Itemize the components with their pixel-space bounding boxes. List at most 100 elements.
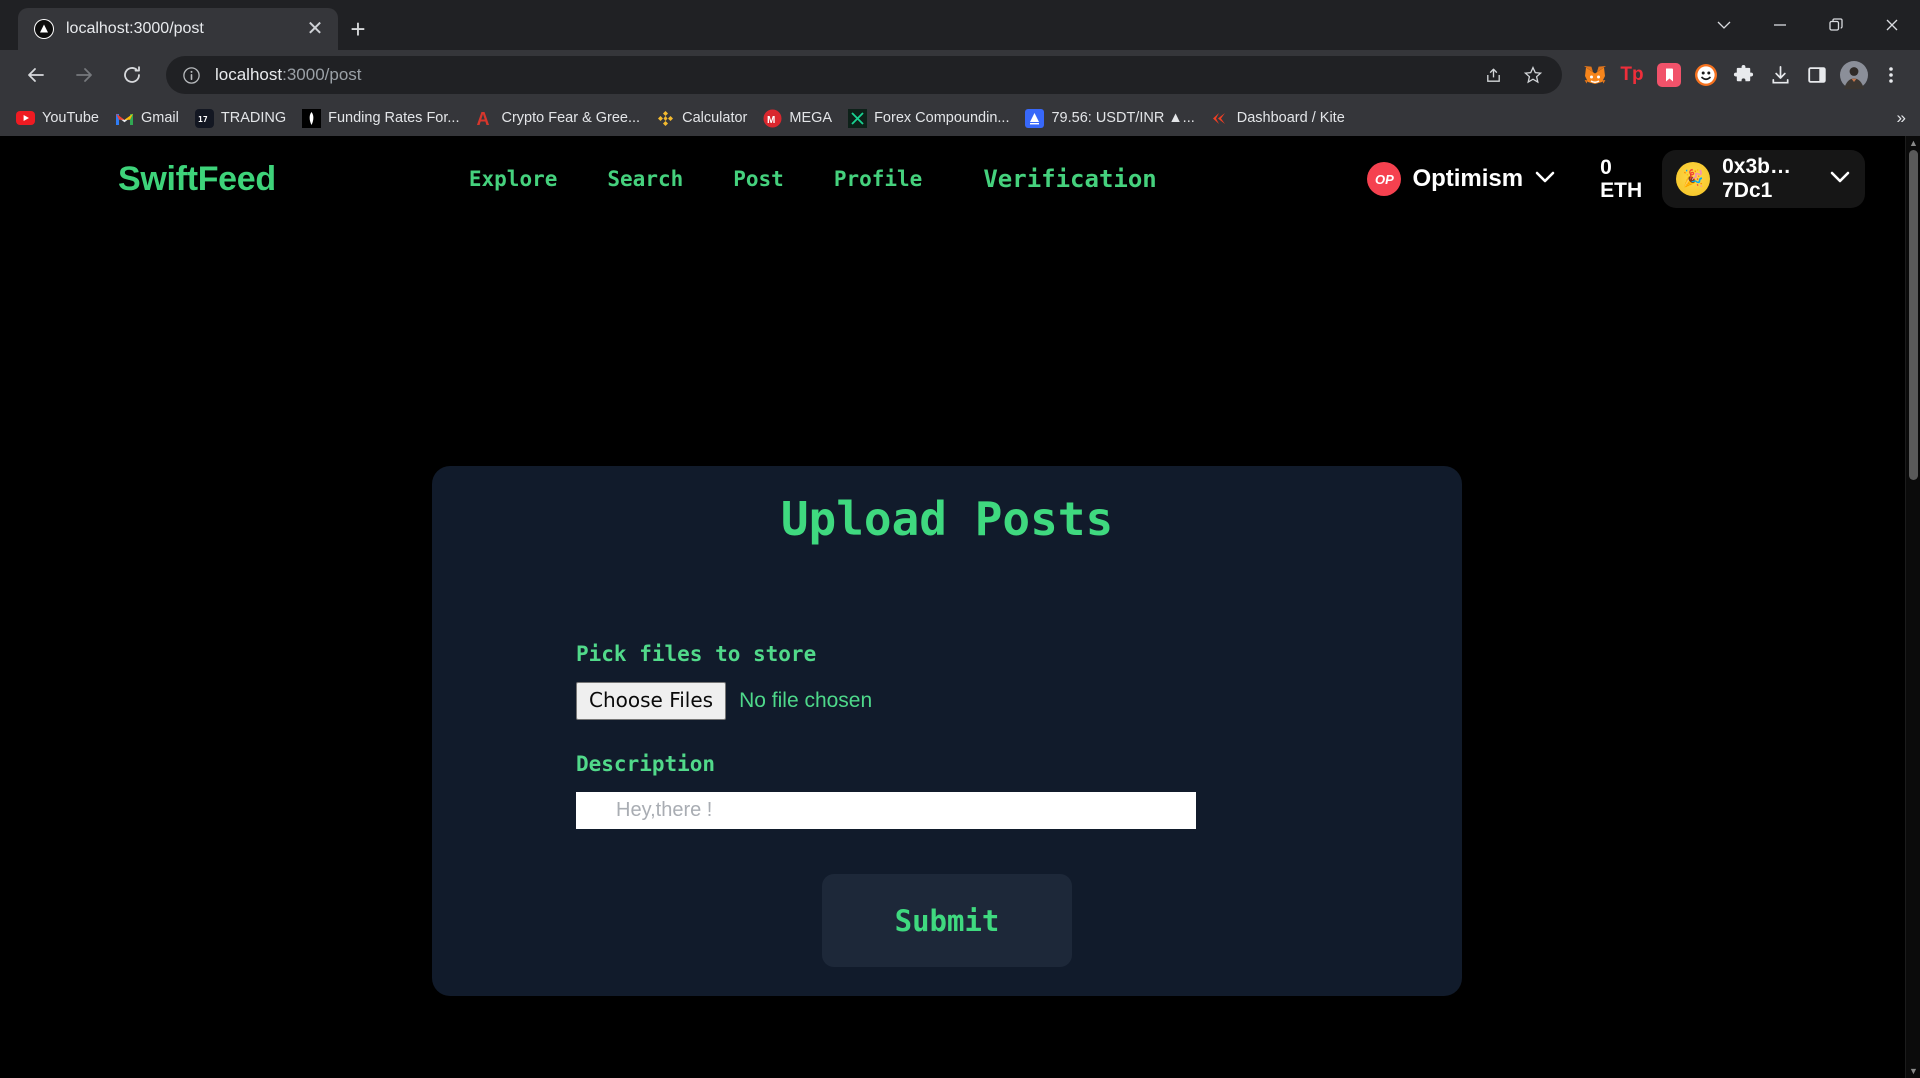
page-scrollbar[interactable]: ▲ ▼ (1905, 136, 1920, 1078)
wazirx-icon (1025, 108, 1045, 128)
address-bar-text: localhost:3000/post (215, 65, 362, 85)
nav-link-post[interactable]: Post (708, 167, 809, 191)
bookmark-calculator[interactable]: Calculator (648, 105, 755, 132)
puzzle-extensions-icon[interactable] (1726, 58, 1760, 92)
triangle-favicon (34, 19, 54, 39)
page-title: Upload Posts (780, 492, 1114, 546)
bookmark-label: Crypto Fear & Gree... (501, 110, 641, 126)
close-button[interactable] (1864, 0, 1920, 50)
bookmark-label: Forex Compoundin... (874, 110, 1010, 126)
browser-toolbar: localhost:3000/post Tp (0, 50, 1920, 100)
chevron-down-button[interactable] (1696, 0, 1752, 50)
back-button[interactable] (17, 56, 55, 94)
star-icon[interactable] (1516, 58, 1550, 92)
tab-title: localhost:3000/post (66, 20, 204, 37)
svg-text:A: A (477, 109, 490, 128)
profile-avatar[interactable] (1837, 58, 1871, 92)
chrome-menu-icon[interactable] (1874, 58, 1908, 92)
submit-row: Submit (576, 874, 1462, 967)
description-label: Description (576, 752, 716, 776)
nav-link-search[interactable]: Search (582, 167, 708, 191)
site-navbar: SwiftFeed Explore Search Post Profile Ve… (0, 136, 1920, 222)
new-tab-button[interactable]: + (338, 8, 378, 50)
browser-window: localhost:3000/post ✕ + localhost:3000/p… (0, 0, 1920, 1078)
tp-extension-icon[interactable]: Tp (1615, 58, 1649, 92)
bookmark-mega[interactable]: M MEGA (755, 105, 840, 132)
downloads-icon[interactable] (1763, 58, 1797, 92)
balance-amount: 0 (1600, 155, 1612, 179)
page-content: SwiftFeed Explore Search Post Profile Ve… (0, 136, 1920, 1078)
chain-name: Optimism (1412, 165, 1524, 192)
site-nav-links: Explore Search Post Profile Verification (444, 165, 1182, 193)
chevron-down-icon (1829, 170, 1851, 189)
upload-form: Pick files to store Choose Files No file… (432, 546, 1462, 967)
nav-link-profile[interactable]: Profile (809, 167, 948, 191)
youtube-icon (16, 109, 35, 128)
gmail-icon (115, 109, 134, 128)
funding-icon (302, 108, 322, 128)
bookmark-crypto-fear-greed[interactable]: A Crypto Fear & Gree... (467, 105, 648, 132)
account-address: 0x3b… 7Dc1 (1722, 155, 1791, 203)
kite-icon (1211, 109, 1230, 128)
optimism-badge-icon: OP (1367, 162, 1402, 196)
scroll-up-arrow[interactable]: ▲ (1906, 136, 1920, 150)
bookmark-label: Gmail (140, 110, 179, 126)
bookmark-gmail[interactable]: Gmail (107, 105, 187, 132)
nav-link-verification[interactable]: Verification (947, 165, 1181, 193)
file-field-label: Pick files to store (576, 642, 817, 666)
minimize-button[interactable] (1752, 0, 1808, 50)
url-host: localhost (215, 65, 283, 84)
side-panel-icon[interactable] (1800, 58, 1834, 92)
address-bar-actions (1476, 58, 1554, 92)
close-icon[interactable]: ✕ (302, 16, 328, 42)
chevron-down-icon (1534, 170, 1556, 189)
account-address-line2: 7Dc1 (1722, 179, 1773, 202)
bookmark-forex-compounding[interactable]: Forex Compoundin... (840, 105, 1017, 132)
bookmark-youtube[interactable]: YouTube (8, 105, 107, 132)
forward-button[interactable] (65, 56, 103, 94)
metamask-extension-icon[interactable] (1578, 58, 1612, 92)
bookmarks-bar: YouTube Gmail 17 TRADING Funding Rates F… (0, 100, 1920, 136)
nav-link-explore[interactable]: Explore (444, 167, 583, 191)
account-address-line1: 0x3b… (1722, 154, 1791, 178)
pocket-extension-icon[interactable] (1652, 58, 1686, 92)
url-path: :3000/post (282, 65, 362, 84)
bookmarks-overflow-button[interactable]: » (1897, 108, 1906, 128)
bookmark-label: TRADING (220, 110, 287, 126)
browser-tab[interactable]: localhost:3000/post ✕ (18, 8, 338, 50)
bookmark-funding-rates[interactable]: Funding Rates For... (294, 105, 467, 132)
site-logo[interactable]: SwiftFeed (118, 160, 276, 199)
reload-button[interactable] (113, 56, 151, 94)
smiley-extension-icon[interactable] (1689, 58, 1723, 92)
account-button[interactable]: 🎉 0x3b… 7Dc1 (1662, 150, 1865, 208)
chain-selector[interactable]: OP Optimism (1367, 162, 1556, 196)
bookmark-label: Funding Rates For... (328, 110, 460, 126)
info-circle-icon[interactable] (182, 66, 201, 85)
svg-text:M: M (767, 115, 775, 126)
bookmark-trading[interactable]: 17 TRADING (187, 105, 294, 132)
wallet-area: OP Optimism 0 ETH 🎉 0x3b… 7Dc1 (1367, 150, 1865, 208)
bookmark-label: MEGA (789, 110, 833, 126)
choose-files-button[interactable]: Choose Files (576, 682, 727, 720)
description-input[interactable] (576, 792, 1196, 829)
forex-icon (848, 108, 868, 128)
mega-icon: M (763, 109, 782, 128)
file-input-row: Choose Files No file chosen (576, 682, 1462, 720)
scrollbar-thumb[interactable] (1909, 150, 1918, 480)
bookmark-wazirx[interactable]: 79.56: USDT/INR ▲... (1017, 105, 1202, 132)
scroll-down-arrow[interactable]: ▼ (1906, 1064, 1920, 1078)
submit-button[interactable]: Submit (822, 874, 1072, 967)
upload-card: Upload Posts Pick files to store Choose … (432, 466, 1462, 996)
tradingview-icon: 17 (194, 108, 214, 128)
bookmark-label: 79.56: USDT/INR ▲... (1051, 110, 1195, 126)
no-file-chosen-text: No file chosen (739, 689, 873, 712)
address-bar[interactable]: localhost:3000/post (166, 56, 1562, 94)
share-icon[interactable] (1476, 58, 1510, 92)
svg-text:17: 17 (198, 115, 208, 124)
alternative-me-icon: A (475, 109, 494, 128)
binance-icon (656, 109, 675, 128)
bookmark-label: YouTube (42, 110, 99, 126)
bookmark-kite[interactable]: Dashboard / Kite (1203, 105, 1353, 132)
restore-button[interactable] (1808, 0, 1864, 50)
wallet-balance: 0 ETH (1600, 156, 1642, 202)
